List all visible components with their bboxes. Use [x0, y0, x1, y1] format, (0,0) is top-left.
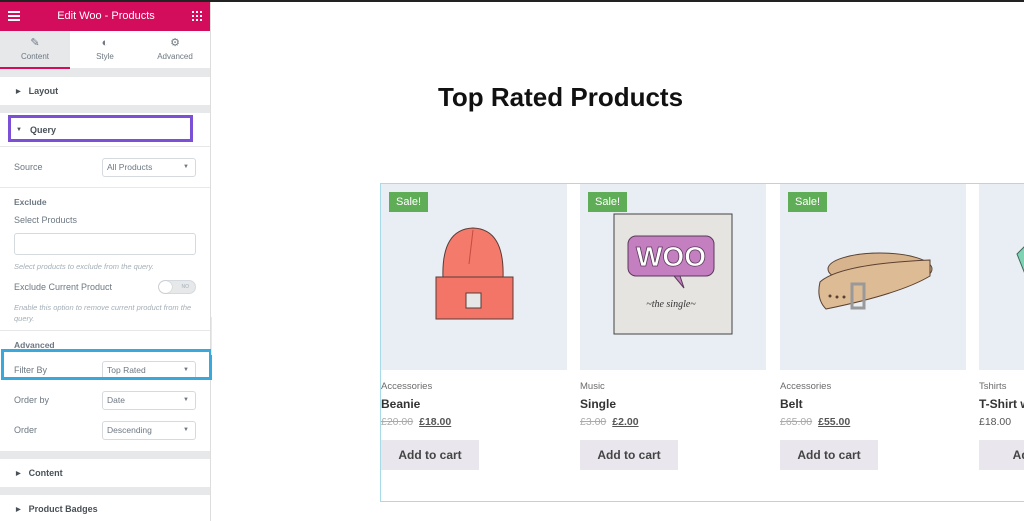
- caret-down-icon: ▼: [16, 126, 22, 133]
- old-price: £3.00: [580, 416, 607, 428]
- exclude-heading: Exclude: [14, 197, 47, 207]
- tab-content[interactable]: ✎ Content: [0, 31, 70, 69]
- source-label: Source: [14, 162, 43, 172]
- product-name[interactable]: T-Shirt w: [979, 397, 1024, 411]
- order-value: Descending: [107, 425, 152, 435]
- select-products-input[interactable]: [14, 233, 196, 255]
- product-image[interactable]: Sale!: [381, 184, 567, 370]
- chevron-down-icon: ▼: [183, 427, 189, 433]
- order-by-label: Order by: [14, 395, 50, 405]
- section-content-label: Content: [28, 468, 63, 478]
- products-widget[interactable]: Sale! Accessories Beanie £20.00 £18.00 Ad…: [380, 183, 1024, 502]
- chevron-down-icon: ▼: [183, 367, 189, 373]
- query-panel: Source All Products ▼ Exclude Select Pro…: [0, 146, 210, 451]
- toggle-state: NO: [181, 284, 190, 290]
- tshirt-image: [1016, 246, 1024, 273]
- select-products-hint: Select products to exclude from the quer…: [14, 262, 154, 271]
- product-category: Accessories: [780, 381, 832, 392]
- section-product-badges[interactable]: ▶ Product Badges: [0, 495, 210, 521]
- order-by-value: Date: [107, 395, 125, 405]
- tab-style[interactable]: ◐ Style: [70, 31, 140, 68]
- source-select[interactable]: All Products ▼: [102, 157, 196, 177]
- product-name[interactable]: Belt: [780, 397, 966, 411]
- filter-by-value: Top Rated: [107, 365, 146, 375]
- product-name[interactable]: Single: [580, 397, 766, 411]
- sale-badge: Sale!: [389, 192, 429, 212]
- preview-canvas: Top Rated Products Sale! Accessories Bea…: [212, 2, 1024, 521]
- tab-advanced-label: Advanced: [157, 52, 193, 61]
- gear-icon: ⚙: [170, 37, 180, 49]
- section-query[interactable]: ▼ Query: [0, 113, 210, 146]
- product-card: Sale! Accessories Beanie £20.00 £18.00 Ad…: [381, 184, 567, 470]
- order-select[interactable]: Descending ▼: [102, 420, 196, 440]
- sale-badge: Sale!: [788, 192, 828, 212]
- product-card: Sale! Accessories Belt £65.00 £55.00 Add …: [780, 184, 966, 470]
- tab-content-label: Content: [20, 52, 50, 61]
- add-to-cart-button[interactable]: Add to cart: [580, 440, 678, 470]
- sale-price: £55.00: [818, 416, 851, 428]
- page-title: Top Rated Products: [437, 82, 684, 112]
- tab-advanced[interactable]: ⚙ Advanced: [140, 31, 210, 68]
- sale-price: £2.00: [612, 416, 639, 428]
- menu-icon[interactable]: [8, 10, 20, 21]
- section-badges-label: Product Badges: [28, 504, 98, 514]
- tab-style-label: Style: [96, 52, 114, 61]
- filter-by-label: Filter By: [14, 365, 48, 375]
- panel-title: Edit Woo - Products: [57, 9, 155, 22]
- order-by-select[interactable]: Date ▼: [102, 390, 196, 410]
- product-price: £18.00: [979, 416, 1024, 428]
- elementor-panel: Edit Woo - Products ✎ Content ◐ Style ⚙ …: [0, 0, 211, 521]
- product-card: WOO ~the single~ Sale! Music Single £3.0…: [580, 184, 766, 470]
- section-query-label: Query: [29, 124, 56, 135]
- exclude-current-toggle[interactable]: NO: [158, 280, 196, 294]
- product-image[interactable]: WOO ~the single~ Sale!: [580, 184, 766, 370]
- advanced-heading: Advanced: [14, 340, 55, 350]
- chevron-down-icon: ▼: [183, 164, 189, 170]
- regular-price: £18.00: [979, 416, 1012, 428]
- product-card: Tshirts T-Shirt w £18.00 Add t: [979, 184, 1024, 470]
- product-image[interactable]: Sale!: [780, 184, 966, 370]
- caret-right-icon: ▶: [16, 470, 21, 477]
- sale-badge: Sale!: [588, 192, 628, 212]
- chevron-down-icon: ▼: [183, 397, 189, 403]
- old-price: £20.00: [381, 416, 414, 428]
- svg-text:WOO: WOO: [636, 241, 706, 272]
- product-category: Music: [580, 381, 605, 392]
- panel-tabs: ✎ Content ◐ Style ⚙ Advanced: [0, 31, 210, 69]
- exclude-current-label: Exclude Current Product: [14, 282, 113, 292]
- section-content[interactable]: ▶ Content: [0, 459, 210, 487]
- old-price: £65.00: [780, 416, 813, 428]
- product-category: Tshirts: [979, 381, 1007, 392]
- caret-right-icon: ▶: [16, 506, 21, 513]
- product-price: £65.00 £55.00: [780, 416, 966, 428]
- product-image[interactable]: [979, 184, 1024, 370]
- select-products-label: Select Products: [14, 215, 78, 225]
- product-name[interactable]: Beanie: [381, 397, 567, 411]
- sale-price: £18.00: [419, 416, 452, 428]
- widgets-grid-icon[interactable]: [192, 10, 202, 21]
- add-to-cart-button[interactable]: Add t: [979, 440, 1024, 470]
- order-label: Order: [14, 425, 38, 435]
- product-category: Accessories: [381, 381, 433, 392]
- pencil-icon: ✎: [30, 37, 40, 49]
- exclude-current-hint: Enable this option to remove current pro…: [14, 303, 192, 323]
- panel-header: Edit Woo - Products: [0, 0, 210, 31]
- add-to-cart-button[interactable]: Add to cart: [381, 440, 479, 470]
- add-to-cart-button[interactable]: Add to cart: [780, 440, 878, 470]
- product-price: £3.00 £2.00: [580, 416, 766, 428]
- half-circle-icon: ◐: [101, 37, 109, 49]
- svg-text:~the single~: ~the single~: [646, 299, 696, 310]
- product-price: £20.00 £18.00: [381, 416, 567, 428]
- window-top-border: [0, 0, 1024, 2]
- filter-by-select[interactable]: Top Rated ▼: [102, 360, 196, 380]
- source-value: All Products: [107, 162, 153, 172]
